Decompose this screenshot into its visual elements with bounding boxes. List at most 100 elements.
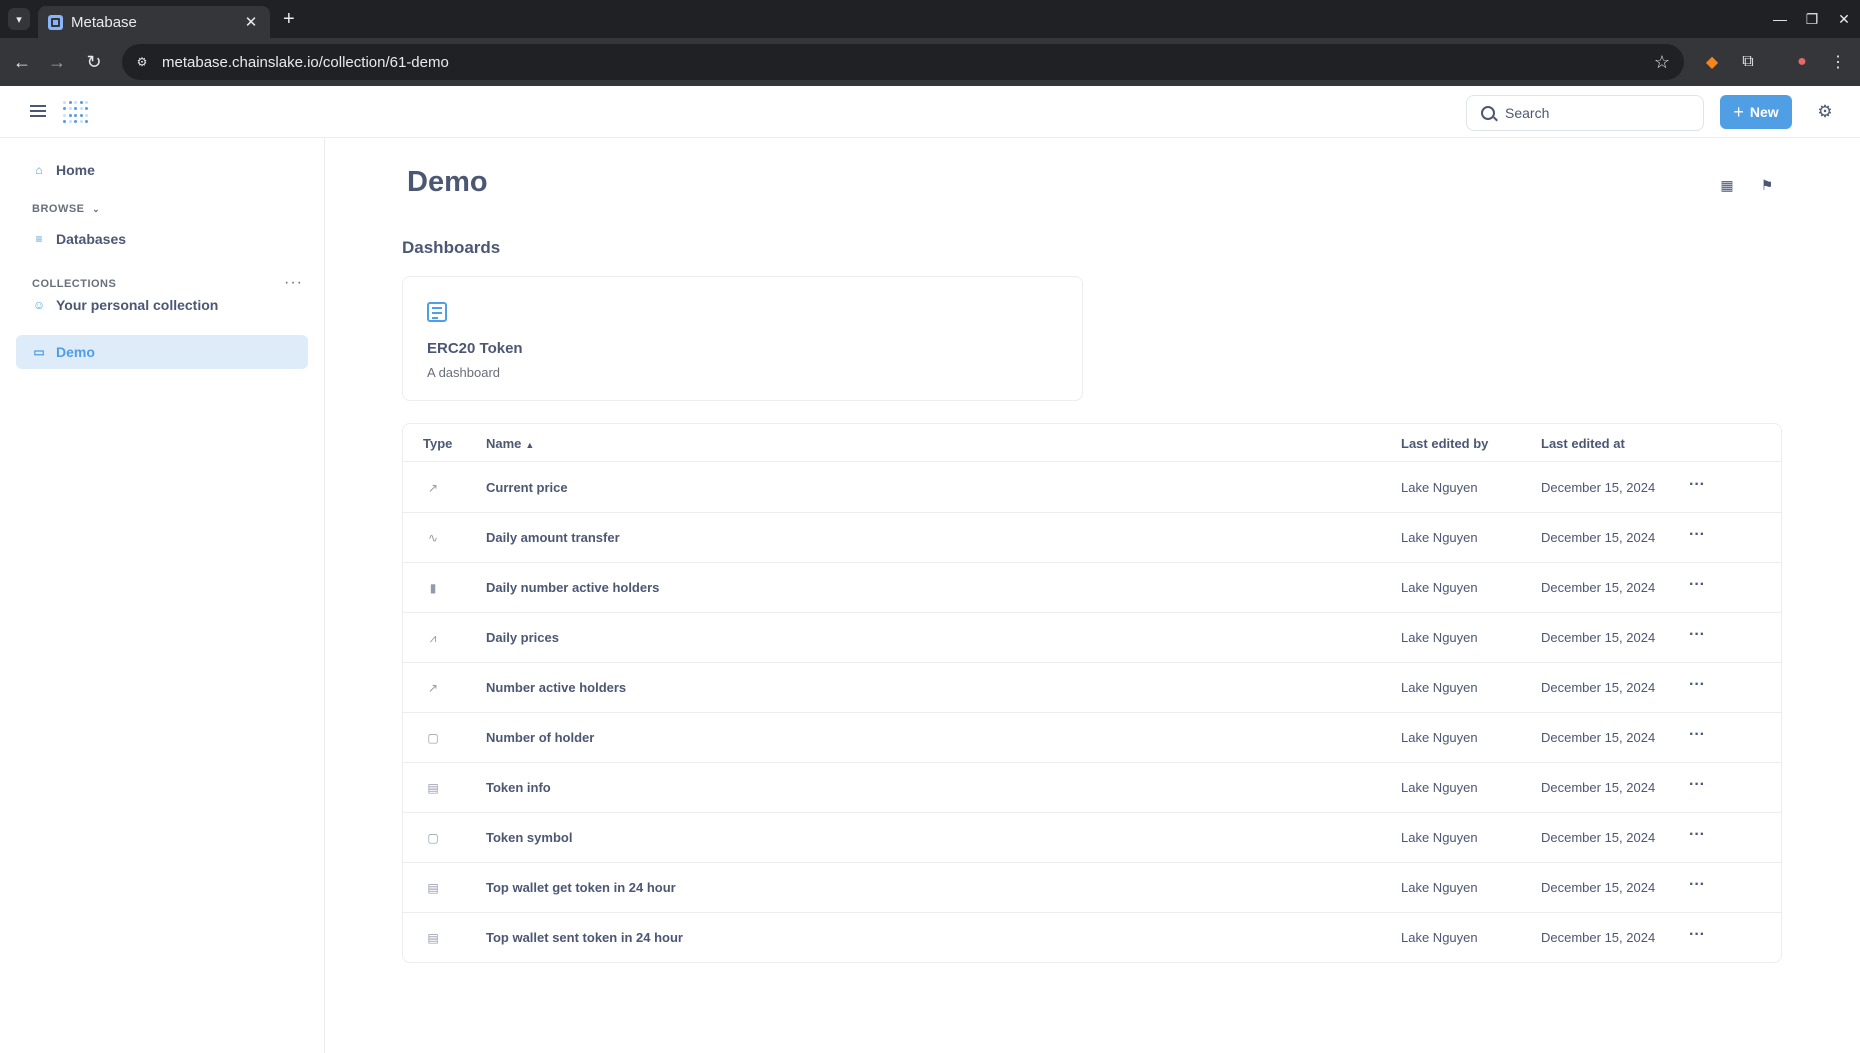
item-name[interactable]: Token info [486,780,551,795]
dashboards-heading: Dashboards [402,238,501,257]
row-more-icon[interactable]: ··· [1689,626,1705,644]
table-row[interactable]: ▤ Token info Lake Nguyen December 15, 2024 ·… [403,763,1781,813]
table-row[interactable]: ↗ Current price Lake Nguyen December 15, 20… [403,463,1781,513]
settings-gear-icon[interactable]: ⚙ [1816,103,1834,121]
site-settings-icon[interactable]: ⚙ [134,54,150,70]
browse-heading[interactable]: BROWSE ⌄ [32,203,100,215]
dashboard-name[interactable]: ERC20 Token [427,340,523,357]
sidebar-item-databases[interactable]: ≡ Databases [16,222,308,256]
forward-arrow-icon[interactable]: → [45,50,69,74]
item-name[interactable]: Token symbol [486,830,572,845]
tab-list-chevron-icon[interactable]: ▾ [8,8,30,30]
address-bar[interactable]: ⚙ metabase.chainslake.io/collection/61-d… [122,44,1684,80]
item-editor: Lake Nguyen [1401,680,1478,695]
search-placeholder: Search [1505,105,1550,121]
row-more-icon[interactable]: ··· [1689,776,1705,794]
item-editor: Lake Nguyen [1401,930,1478,945]
table-row[interactable]: ↗ Number active holders Lake Nguyen Decembe… [403,663,1781,713]
table-row[interactable]: ▢ Token symbol Lake Nguyen December 15, 202… [403,813,1781,863]
chevron-down-icon: ⌄ [92,204,101,214]
sidebar-item-home[interactable]: ⌂ Home [16,153,308,187]
sidebar-item-label: Home [56,162,95,178]
item-name[interactable]: Daily number active holders [486,580,659,595]
item-name[interactable]: Current price [486,480,568,495]
browser-tab-bar: ▾ Metabase ✕ + — ❐ ✕ [0,0,1860,38]
item-date: December 15, 2024 [1541,780,1656,795]
person-icon: ☺ [32,298,46,312]
column-header-type[interactable]: Type [423,436,452,451]
maximize-icon[interactable]: ❐ [1796,11,1828,28]
metamask-extension-icon[interactable]: ◆ [1700,50,1724,74]
item-date: December 15, 2024 [1541,480,1656,495]
home-icon: ⌂ [35,163,43,177]
item-date: December 15, 2024 [1541,680,1656,695]
bookmark-star-icon[interactable]: ☆ [1654,52,1670,73]
item-date: December 15, 2024 [1541,730,1656,745]
item-date: December 15, 2024 [1541,580,1656,595]
row-more-icon[interactable]: ··· [1689,926,1705,944]
metabase-logo-icon[interactable] [63,101,88,125]
row-more-icon[interactable]: ··· [1689,576,1705,594]
item-date: December 15, 2024 [1541,630,1656,645]
new-tab-plus-icon[interactable]: + [283,8,295,30]
close-window-icon[interactable]: ✕ [1828,11,1860,28]
table-row[interactable]: ▤ Top wallet get token in 24 hour Lake Ngu… [403,863,1781,913]
row-more-icon[interactable]: ··· [1689,826,1705,844]
row-more-icon[interactable]: ··· [1689,726,1705,744]
bookmark-icon[interactable]: ⚑ [1759,177,1775,193]
sidebar-item-demo[interactable]: ▭ Demo [16,335,308,369]
back-arrow-icon[interactable]: ← [10,50,34,74]
table-row[interactable]: ▢ Number of holder Lake Nguyen December 15,… [403,713,1781,763]
search-input[interactable]: Search [1466,95,1704,131]
item-name[interactable]: Daily amount transfer [486,530,620,545]
url-text[interactable]: metabase.chainslake.io/collection/61-dem… [162,54,1654,71]
browser-menu-icon[interactable]: ⋮ [1826,50,1850,74]
number-icon: ▢ [427,731,439,745]
table-header: Type Name ▲ Last edited by Last edited at [403,424,1781,462]
extensions-puzzle-icon[interactable]: ⧉ [1736,50,1760,74]
column-header-name-label: Name [486,436,522,451]
combo-icon: ⩘ [429,631,437,645]
tab-close-icon[interactable]: ✕ [242,13,260,31]
item-name[interactable]: Top wallet sent token in 24 hour [486,930,683,945]
reload-icon[interactable]: ↻ [82,50,106,74]
row-more-icon[interactable]: ··· [1689,526,1705,544]
table-row[interactable]: ▤ Top wallet sent token in 24 hour Lake Ng… [403,913,1781,963]
minimize-icon[interactable]: — [1764,11,1796,27]
trend-icon: ↗ [427,481,439,495]
dashboard-icon [427,302,447,322]
row-more-icon[interactable]: ··· [1689,476,1705,494]
item-editor: Lake Nguyen [1401,830,1478,845]
item-name[interactable]: Top wallet get token in 24 hour [486,880,676,895]
database-icon: ≡ [35,232,43,246]
item-editor: Lake Nguyen [1401,880,1478,895]
new-button[interactable]: + New [1720,95,1792,129]
dashboard-card[interactable]: ERC20 Token A dashboard [402,276,1083,401]
item-name[interactable]: Daily prices [486,630,559,645]
tab-title: Metabase [71,13,137,31]
column-header-last-edited-at[interactable]: Last edited at [1541,436,1625,451]
sidebar-toggle-icon[interactable] [30,102,46,120]
row-more-icon[interactable]: ··· [1689,676,1705,694]
column-header-last-edited-by[interactable]: Last edited by [1401,436,1488,451]
item-name[interactable]: Number active holders [486,680,626,695]
item-editor: Lake Nguyen [1401,630,1478,645]
table-icon: ▤ [427,781,439,795]
table-icon: ▤ [427,931,439,945]
item-date: December 15, 2024 [1541,530,1656,545]
sidebar-item-personal-collection[interactable]: ☺ Your personal collection [16,288,308,322]
browser-tab[interactable]: Metabase ✕ [38,6,270,38]
dashboard-description: A dashboard [427,365,501,380]
sort-ascending-icon: ▲ [525,440,535,450]
calendar-icon[interactable]: ▦ [1719,177,1735,193]
sidebar-item-label: Demo [56,344,95,360]
item-editor: Lake Nguyen [1401,530,1478,545]
profile-avatar-icon[interactable]: ● [1790,50,1814,74]
table-row[interactable]: ⩘ Daily prices Lake Nguyen December 15, 202… [403,613,1781,663]
table-row[interactable]: ▮ Daily number active holders Lake Nguyen D… [403,563,1781,613]
column-header-name[interactable]: Name ▲ [486,436,534,451]
table-row[interactable]: ∿ Daily amount transfer Lake Nguyen Decembe… [403,513,1781,563]
item-name[interactable]: Number of holder [486,730,594,745]
row-more-icon[interactable]: ··· [1689,876,1705,894]
item-date: December 15, 2024 [1541,930,1656,945]
